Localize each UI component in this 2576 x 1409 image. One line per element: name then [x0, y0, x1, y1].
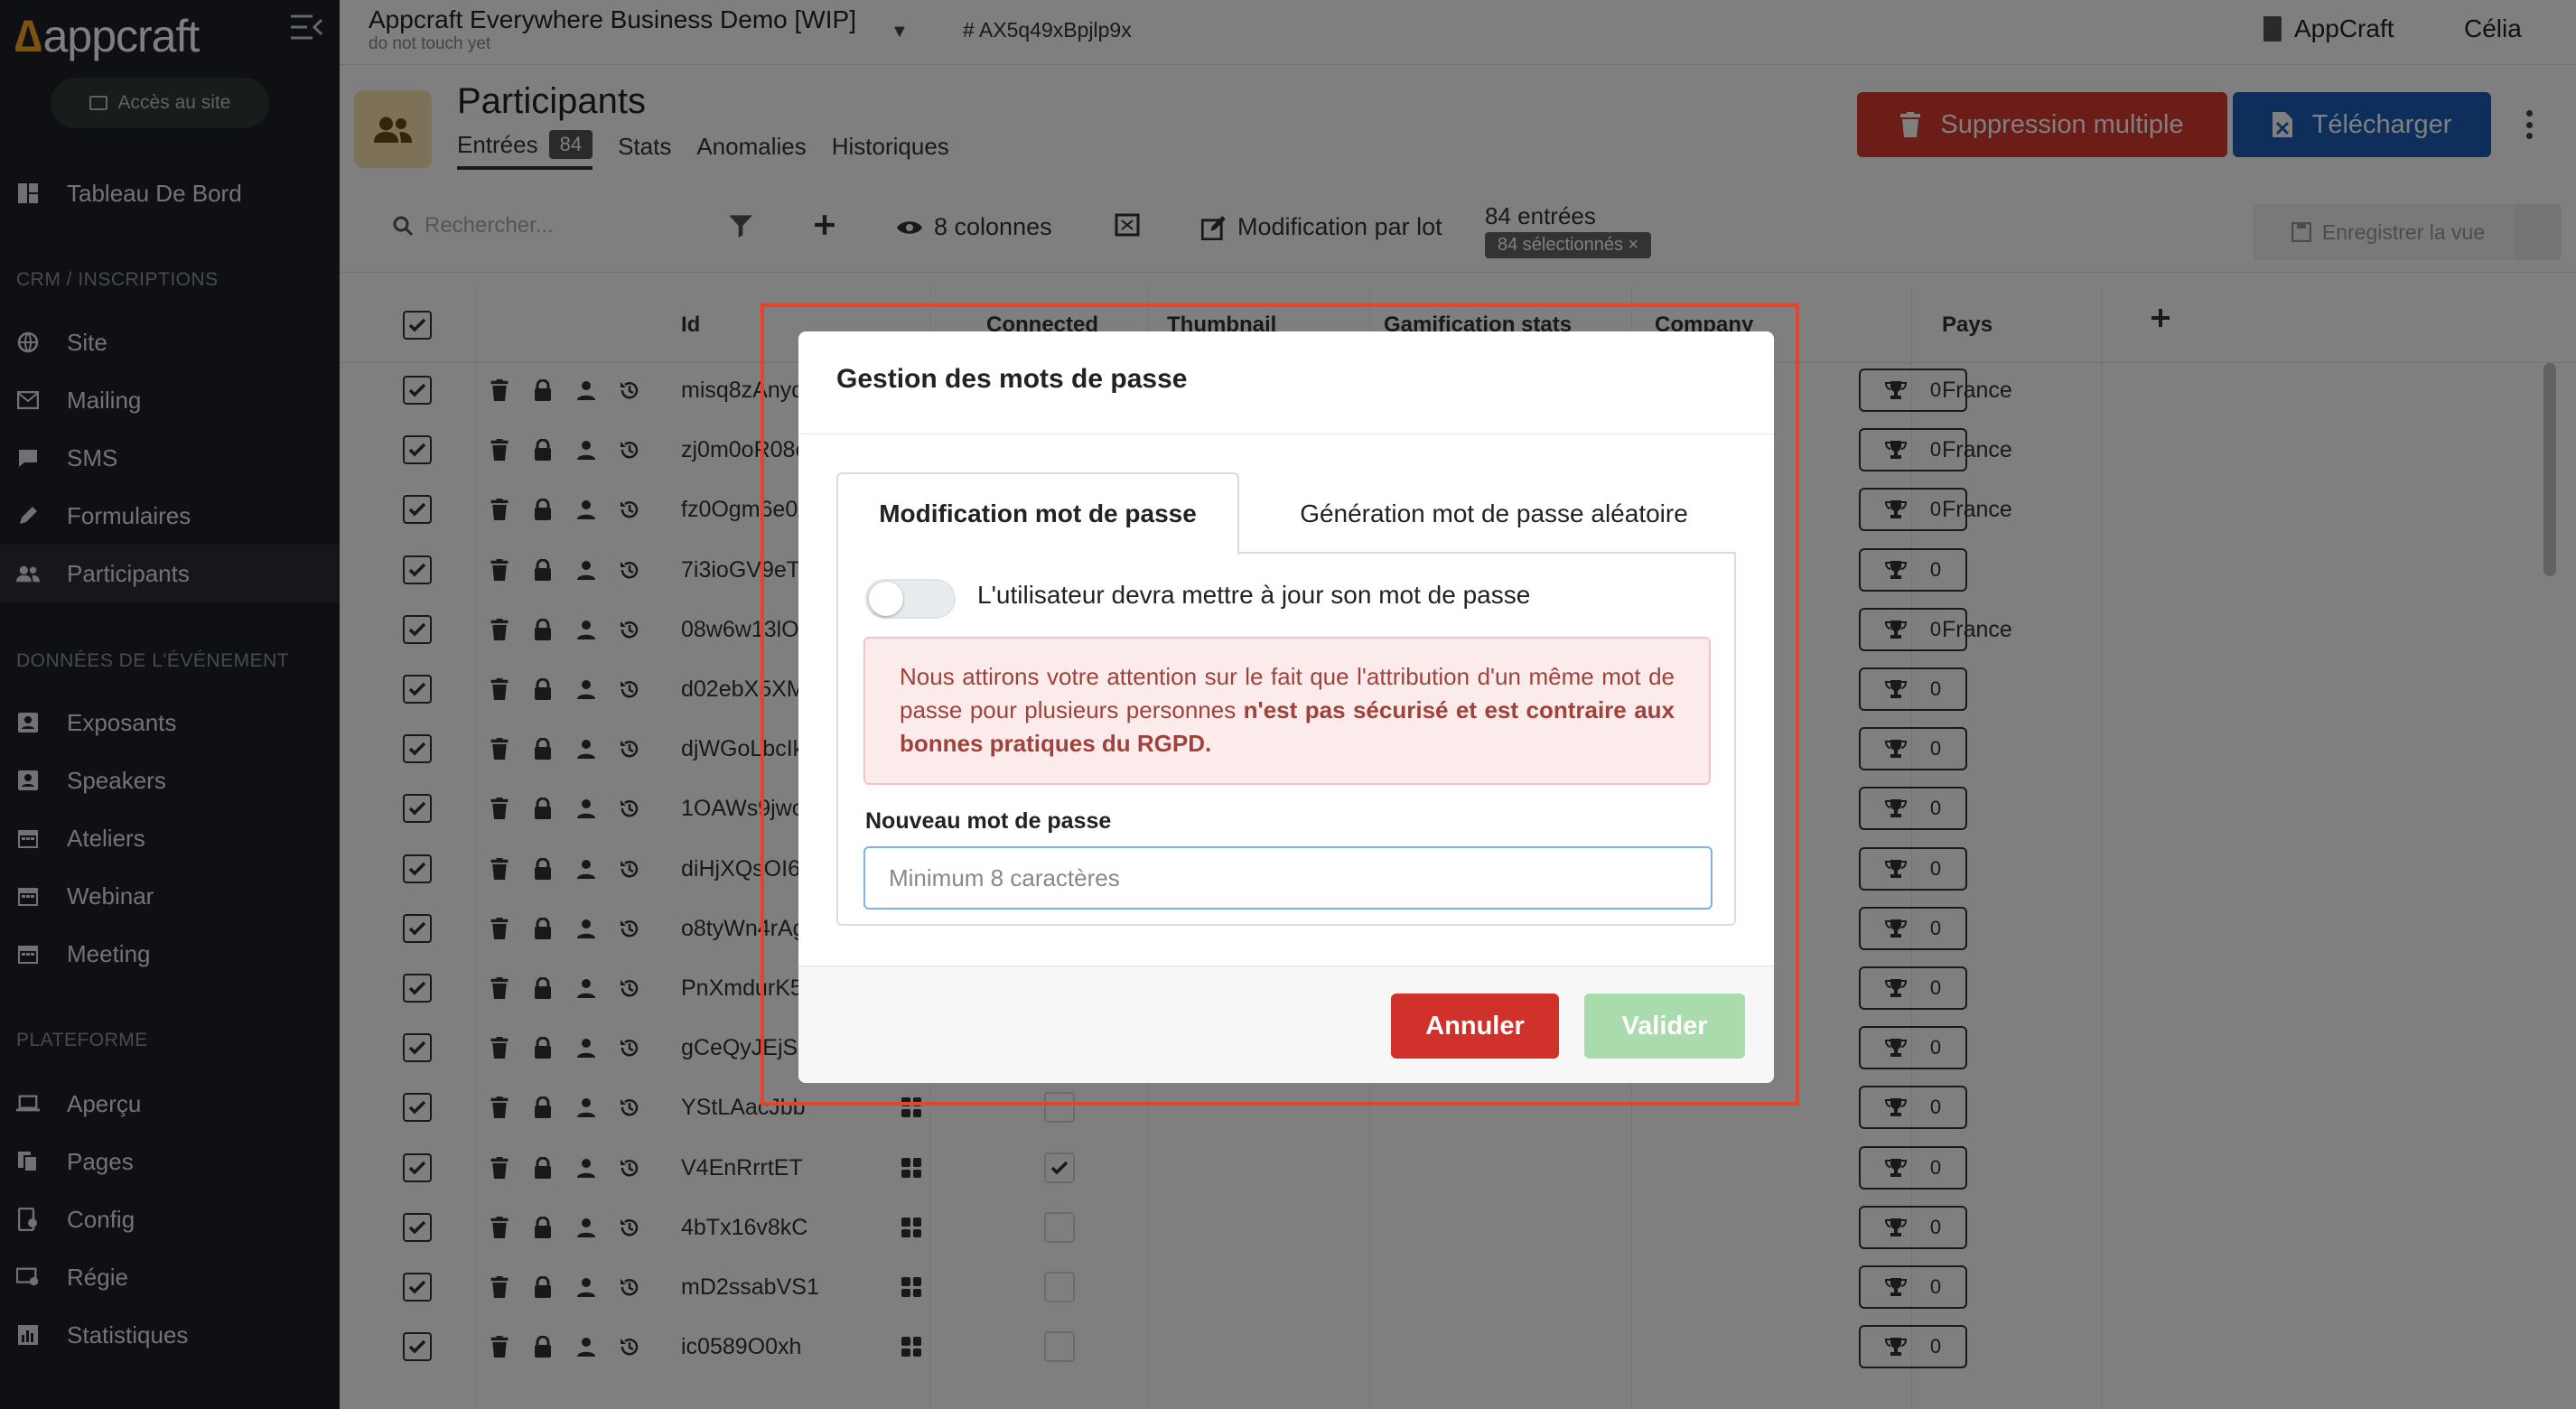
new-password-input[interactable] [863, 846, 1713, 910]
force-update-toggle[interactable] [865, 579, 956, 619]
new-password-label: Nouveau mot de passe [865, 808, 1112, 834]
tab-password-generate[interactable]: Génération mot de passe aléatoire [1252, 472, 1736, 555]
rgpd-warning-alert: Nous attirons votre attention sur le fai… [863, 637, 1711, 785]
modal-tabs: Modification mot de passe Génération mot… [836, 472, 1736, 555]
modal-title: Gestion des mots de passe [836, 364, 1188, 394]
cancel-button[interactable]: Annuler [1391, 994, 1559, 1059]
confirm-button[interactable]: Valider [1584, 994, 1745, 1059]
modal-header: Gestion des mots de passe [798, 331, 1774, 434]
force-update-label: L'utilisateur devra mettre à jour son mo… [977, 581, 1531, 609]
tab-password-edit[interactable]: Modification mot de passe [836, 472, 1239, 555]
password-modal: Gestion des mots de passe Modification m… [798, 331, 1774, 1083]
modal-tab-panel: L'utilisateur devra mettre à jour son mo… [836, 554, 1736, 926]
modal-footer: Annuler Valider [798, 966, 1774, 1083]
toggle-knob [869, 582, 903, 616]
